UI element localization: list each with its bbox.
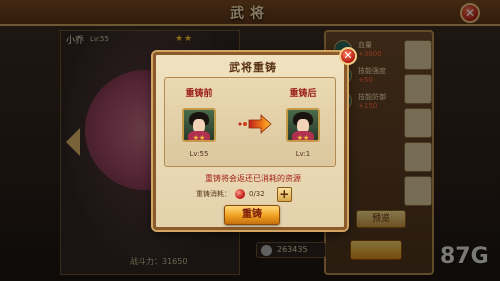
cost-count: 0/32 <box>249 190 265 198</box>
before-label: 重铸前 <box>185 89 213 99</box>
after-stars: ★★ <box>296 134 310 142</box>
cost-label: 重铸消耗： <box>196 190 231 198</box>
close-icon[interactable]: ✕ <box>339 47 357 65</box>
after-label: 重铸后 <box>289 89 317 99</box>
dialog-title: 武将重铸 <box>229 61 277 74</box>
recast-dialog: 武将重铸 ✕ 重铸前 ★★ Lv:55 重铸后 ★★ Lv:1 重铸将会返还已消… <box>153 47 357 230</box>
recast-button[interactable]: 重铸 <box>224 205 280 225</box>
recast-cost-row: 重铸消耗： 0/32 + <box>196 186 292 202</box>
before-level: Lv:55 <box>189 150 209 158</box>
after-level: Lv:1 <box>295 150 311 158</box>
recast-info-text: 重铸将会返还已消耗的资源 <box>205 174 301 183</box>
add-material-button[interactable]: + <box>276 186 292 202</box>
red-orb-icon <box>235 189 245 199</box>
recast-comparison: 重铸前 ★★ Lv:55 重铸后 ★★ Lv:1 <box>164 77 336 167</box>
before-stars: ★★ <box>192 134 206 142</box>
right-arrow-icon <box>238 114 272 134</box>
